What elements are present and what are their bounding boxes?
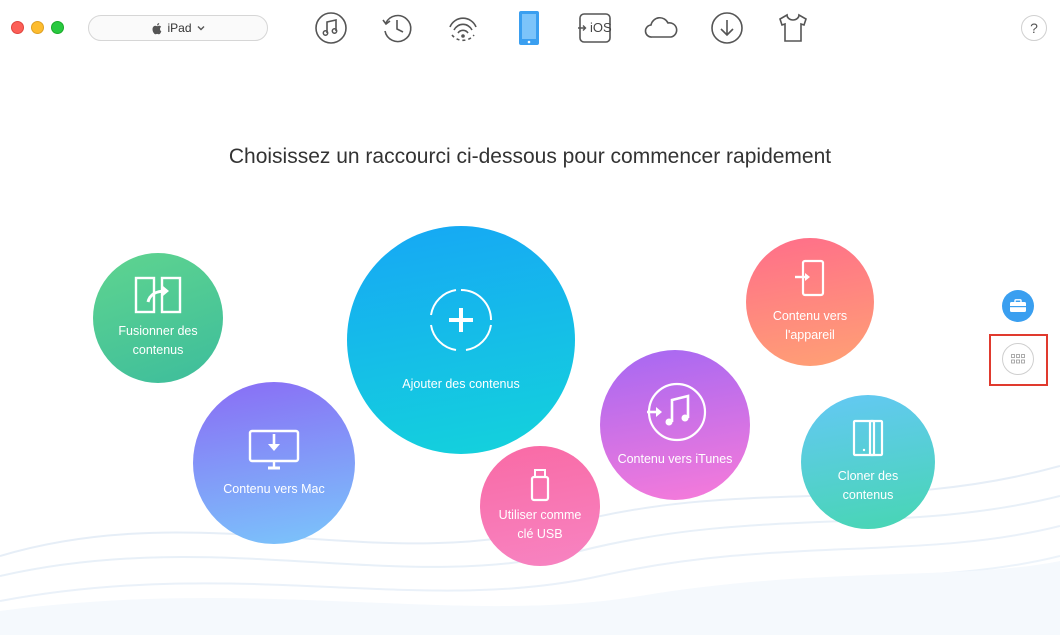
- device-icon[interactable]: [511, 10, 547, 46]
- music-icon[interactable]: [313, 10, 349, 46]
- add-content-label: Ajouter des contenus: [402, 376, 520, 391]
- main-content: Choisissez un raccourci ci-dessous pour …: [0, 56, 1060, 635]
- ios-mover-icon[interactable]: iOS: [577, 10, 613, 46]
- close-window-button[interactable]: [11, 21, 24, 34]
- toolkit-button[interactable]: [1002, 290, 1034, 322]
- clone-content-shortcut[interactable]: Cloner des contenus: [801, 395, 935, 529]
- apple-icon: [152, 22, 162, 34]
- mac-download-icon: [247, 428, 301, 472]
- briefcase-icon: [1010, 299, 1026, 312]
- help-button[interactable]: ?: [1021, 15, 1047, 41]
- highlight-annotation-box: [989, 334, 1048, 386]
- minimize-window-button[interactable]: [31, 21, 44, 34]
- shirt-icon[interactable]: [775, 10, 811, 46]
- itunes-icon: [643, 382, 707, 442]
- add-icon: [428, 287, 494, 353]
- device-selector[interactable]: iPad: [88, 15, 268, 41]
- merge-icon: [134, 276, 182, 314]
- usb-drive-label: Utiliser comme clé USB: [498, 508, 582, 541]
- clone-icon: [851, 419, 885, 459]
- content-to-mac-shortcut[interactable]: Contenu vers Mac: [193, 382, 355, 544]
- app-window: iPad iOS ? Choisissez un raccourci ci-de…: [0, 0, 1060, 635]
- icloud-icon[interactable]: [643, 10, 679, 46]
- help-label: ?: [1030, 20, 1038, 36]
- page-heading: Choisissez un raccourci ci-dessous pour …: [228, 145, 832, 168]
- content-to-itunes-shortcut[interactable]: Contenu vers iTunes: [600, 350, 750, 500]
- download-icon[interactable]: [709, 10, 745, 46]
- usb-icon: [529, 468, 551, 502]
- clone-content-label: Cloner des contenus: [837, 469, 899, 502]
- device-name: iPad: [167, 21, 192, 35]
- ios-mover-label: iOS: [590, 20, 612, 35]
- merge-content-label: Fusionner des contenus: [118, 324, 198, 357]
- maximize-window-button[interactable]: [51, 21, 64, 34]
- chevron-down-icon: [197, 26, 205, 31]
- usb-drive-shortcut[interactable]: Utiliser comme clé USB: [480, 446, 600, 566]
- content-to-device-label: Contenu vers l'appareil: [772, 309, 848, 342]
- merge-content-shortcut[interactable]: Fusionner des contenus: [93, 253, 223, 383]
- add-content-shortcut[interactable]: Ajouter des contenus: [347, 226, 575, 454]
- device-transfer-icon: [793, 259, 827, 299]
- content-to-itunes-label: Contenu vers iTunes: [617, 451, 733, 466]
- content-to-device-shortcut[interactable]: Contenu vers l'appareil: [746, 238, 874, 366]
- history-icon[interactable]: [379, 10, 415, 46]
- wifi-icon[interactable]: [445, 10, 481, 46]
- content-to-mac-label: Contenu vers Mac: [223, 481, 325, 496]
- title-bar: iPad iOS ?: [0, 0, 1060, 56]
